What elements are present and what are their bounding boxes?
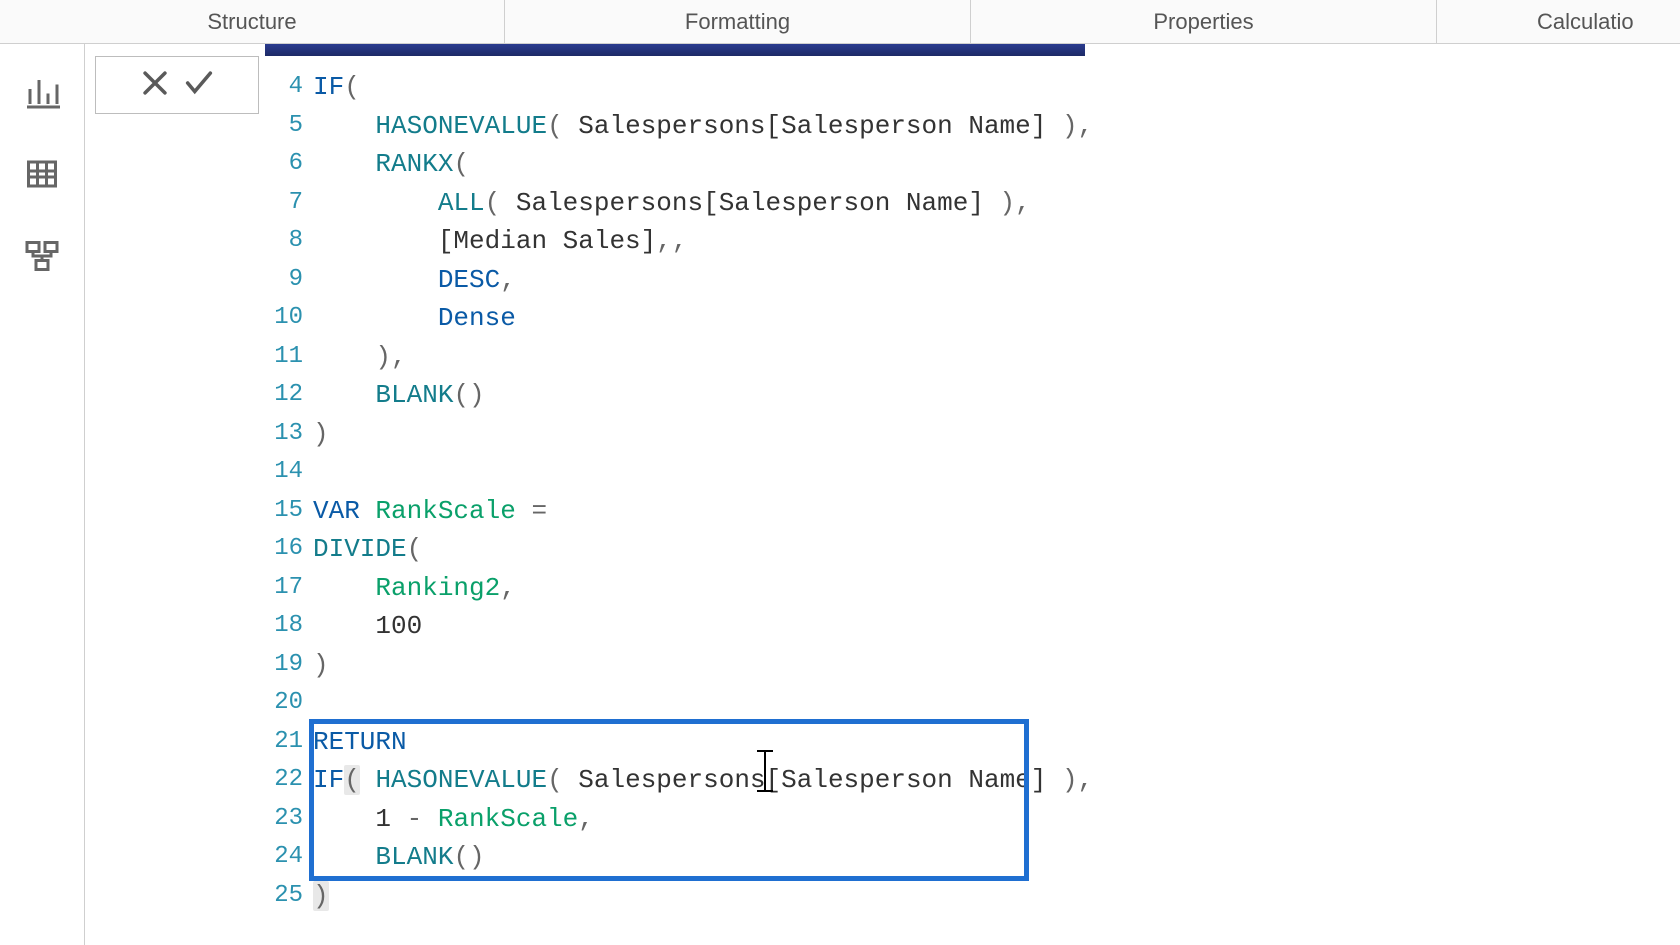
code-line[interactable]: )	[309, 646, 1680, 685]
code-line[interactable]: DIVIDE(	[309, 530, 1680, 569]
code-line[interactable]: DESC,	[309, 261, 1680, 300]
tab-structure[interactable]: Structure	[0, 0, 505, 43]
code-line[interactable]: BLANK()	[309, 838, 1680, 877]
code-line[interactable]: RETURN	[309, 723, 1680, 762]
code-line[interactable]: ALL( Salespersons[Salesperson Name] ),	[309, 184, 1680, 223]
view-switcher	[0, 44, 85, 945]
code-line[interactable]: )	[309, 877, 1680, 916]
text-cursor-icon	[764, 751, 766, 791]
line-number: 9	[265, 261, 309, 300]
line-number: 8	[265, 222, 309, 261]
line-number: 17	[265, 569, 309, 608]
code-line[interactable]: 100	[309, 607, 1680, 646]
line-number: 16	[265, 530, 309, 569]
code-line[interactable]: Ranking2,	[309, 569, 1680, 608]
code-line[interactable]: BLANK()	[309, 376, 1680, 415]
close-icon[interactable]	[138, 66, 172, 105]
code-line[interactable]: RANKX(	[309, 145, 1680, 184]
code-line[interactable]: HASONEVALUE( Salespersons[Salesperson Na…	[309, 107, 1680, 146]
line-number: 5	[265, 107, 309, 146]
dax-editor[interactable]: 45678910111213141516171819202122232425 I…	[265, 56, 1680, 945]
line-number: 19	[265, 646, 309, 685]
code-line[interactable]: Dense	[309, 299, 1680, 338]
table-icon[interactable]	[24, 156, 60, 192]
check-icon[interactable]	[182, 66, 216, 105]
line-number: 22	[265, 761, 309, 800]
tab-calculation[interactable]: Calculatio	[1437, 0, 1680, 43]
model-icon[interactable]	[24, 238, 60, 274]
line-number: 25	[265, 877, 309, 916]
line-number: 6	[265, 145, 309, 184]
formula-action-box	[95, 56, 259, 114]
line-number: 21	[265, 723, 309, 762]
code-line[interactable]	[309, 453, 1680, 492]
code-line[interactable]: ),	[309, 338, 1680, 377]
tab-formatting[interactable]: Formatting	[505, 0, 971, 43]
ribbon-tabs: Structure Formatting Properties Calculat…	[0, 0, 1680, 44]
code-line[interactable]: VAR RankScale =	[309, 492, 1680, 531]
line-number: 13	[265, 415, 309, 454]
code-line[interactable]: )	[309, 415, 1680, 454]
line-number: 18	[265, 607, 309, 646]
ribbon-active-strip	[265, 44, 1085, 56]
line-number: 23	[265, 800, 309, 839]
line-number: 11	[265, 338, 309, 377]
line-number: 10	[265, 299, 309, 338]
line-number: 20	[265, 684, 309, 723]
code-line[interactable]: IF(	[309, 68, 1680, 107]
line-number: 15	[265, 492, 309, 531]
tab-properties[interactable]: Properties	[971, 0, 1437, 43]
code-line[interactable]: 1 - RankScale,	[309, 800, 1680, 839]
line-number: 7	[265, 184, 309, 223]
code-area[interactable]: IF( HASONEVALUE( Salespersons[Salesperso…	[309, 56, 1680, 945]
code-line[interactable]: [Median Sales],,	[309, 222, 1680, 261]
line-number: 12	[265, 376, 309, 415]
line-number: 24	[265, 838, 309, 877]
line-number: 14	[265, 453, 309, 492]
code-line[interactable]	[309, 684, 1680, 723]
line-number-gutter: 45678910111213141516171819202122232425	[265, 56, 309, 945]
code-line[interactable]: IF( HASONEVALUE( Salespersons[Salesperso…	[309, 761, 1680, 800]
line-number: 4	[265, 68, 309, 107]
bar-chart-icon[interactable]	[24, 74, 60, 110]
formula-action-bar	[95, 56, 259, 114]
